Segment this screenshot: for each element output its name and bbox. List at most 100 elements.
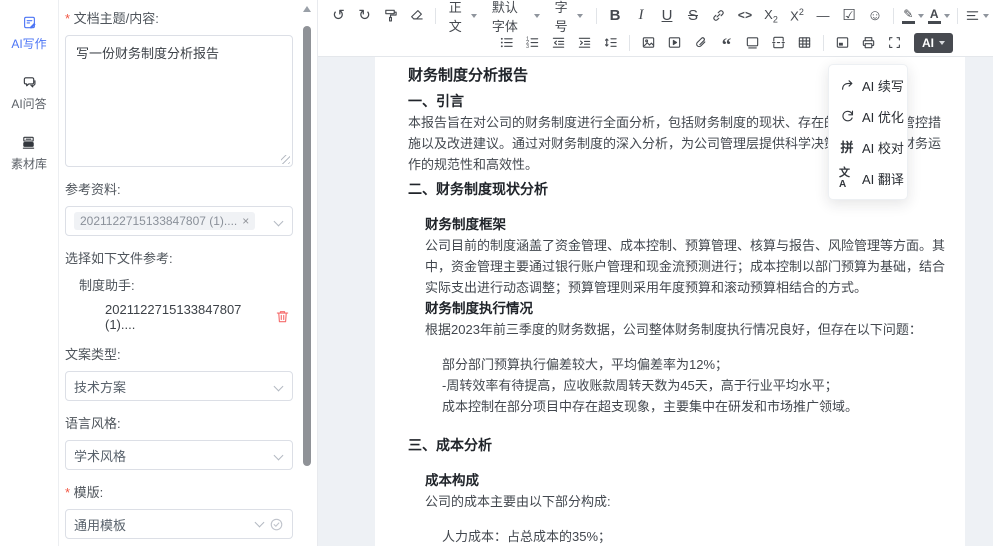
blockquote-button[interactable]: “ [714,32,739,54]
redo-icon: ↻ [358,8,371,23]
doc-paragraph: 公司目前的制度涵盖了资金管理、成本控制、预算管理、核算与报告、风险管理等方面。其… [408,235,953,298]
print-button[interactable] [856,32,881,54]
reference-file-tag: 2021122715133847807 (1).... × [74,212,255,230]
undo-button[interactable]: ↺ [326,5,351,27]
blockquote-icon: “ [722,33,732,51]
topic-textarea-value: 写一份财务制度分析报告 [76,46,219,61]
video-button[interactable] [662,32,687,54]
format-painter-button[interactable] [378,5,403,27]
link-button[interactable] [706,5,731,27]
code-block-button[interactable] [740,32,765,54]
align-button[interactable] [964,5,989,27]
chevron-down-icon [939,41,945,45]
scroll-up-arrow-icon[interactable] [303,6,311,12]
toolbar-divider [823,35,824,51]
sidebar-item-ai-qa[interactable]: AI问答 [11,72,46,112]
font-size-dropdown[interactable]: 字号 [548,5,590,27]
eraser-icon [409,8,424,23]
ai-menu-item-3[interactable]: 拼AI 校对 [829,132,907,163]
sidebar-item-label: 素材库 [11,155,47,172]
delete-file-icon[interactable] [275,309,291,325]
font-family-dropdown-label: 默认字体 [492,0,529,35]
sidebar-item-material-library[interactable]: 素材库 [11,132,47,172]
sidebar-item-ai-writing[interactable]: AI写作 [11,12,46,52]
toolbar-divider [596,8,597,24]
doc-heading: 成本构成 [408,470,953,491]
ai-menu-item-4[interactable]: 文AAI 翻译 [829,163,907,194]
paragraph-style-dropdown[interactable]: 正文 [442,5,484,27]
font-family-dropdown[interactable]: 默认字体 [485,5,547,27]
ai-menu-item-2[interactable]: AI 优化 [829,101,907,132]
doc-heading: 三、成本分析 [408,434,953,456]
indent-button[interactable] [572,32,597,54]
undo-icon: ↺ [332,8,345,23]
font-color-button[interactable]: A [926,5,951,27]
ai-writing-icon [19,12,39,32]
scrollbar-thumb[interactable] [303,26,311,466]
ai-dropdown-menu: AI 续写 AI 优化拼AI 校对文AAI 翻译 [828,64,908,200]
attachment-button[interactable] [688,32,713,54]
language-style-label: 语言风格: [65,413,295,432]
redo-button[interactable]: ↻ [352,5,377,27]
inline-code-button[interactable]: <> [732,5,757,27]
sidebar-item-label: AI写作 [11,35,46,52]
highlight-color-button[interactable]: ✎ [900,5,925,27]
horizontal-rule-button[interactable]: — [810,5,835,27]
line-spacing-button[interactable] [598,32,623,54]
material-library-icon [19,132,39,152]
eraser-button[interactable] [404,5,429,27]
file-section-label: 选择如下文件参考: [65,248,295,267]
table-button[interactable] [792,32,817,54]
copy-type-select[interactable]: 技术方案 [65,371,293,401]
emoji-icon: ☺ [867,8,882,23]
video-icon [667,35,682,50]
underline-button[interactable]: U [654,5,679,27]
bold-button[interactable]: B [602,5,627,27]
indent-icon [577,35,592,50]
outdent-icon [551,35,566,50]
bullet-list-icon [499,35,514,50]
left-nav-rail: AI写作 AI问答素材库 [0,0,59,546]
emoji-button[interactable]: ☺ [862,5,887,27]
strikethrough-icon: S [688,8,698,23]
toolbar-divider [435,8,436,24]
template-select[interactable]: 通用模板 [65,509,293,539]
reference-select[interactable]: 2021122715133847807 (1).... × [65,206,293,236]
textarea-resize-handle[interactable] [281,155,290,164]
chevron-down-icon [983,14,989,18]
ai-menu-item-label: AI 续写 [862,76,904,95]
ordered-list-button[interactable]: 123 [520,32,545,54]
outdent-button[interactable] [546,32,571,54]
file-name: 2021122715133847807 (1).... [105,302,275,332]
task-list-button[interactable]: ☑ [836,5,861,27]
highlight-color-icon: ✎ [902,8,915,24]
align-icon [965,8,980,23]
ai-tools-button[interactable]: AI [914,33,953,53]
format-painter-icon [383,8,398,23]
superscript-button[interactable]: X2 [784,5,809,27]
subscript-button[interactable]: X2 [758,5,783,27]
fullscreen-icon [887,35,902,50]
strikethrough-button[interactable]: S [680,5,705,27]
chevron-down-icon [274,382,284,392]
panel-button[interactable] [830,32,855,54]
doc-paragraph: 公司的成本主要由以下部分构成: [408,491,953,512]
chevron-down-icon [274,451,284,461]
italic-button[interactable]: I [628,5,653,27]
page-break-button[interactable] [766,32,791,54]
font-size-dropdown-label: 字号 [555,0,572,35]
tag-close-icon[interactable]: × [242,214,249,228]
fullscreen-button[interactable] [882,32,907,54]
ai-translate-icon: 文A [839,171,855,187]
image-button[interactable] [636,32,661,54]
doc-paragraph: 人力成本：占总成本的35%； [408,526,953,546]
doc-paragraph: 部分部门预算执行偏差较大，平均偏差率为12%； [408,354,953,375]
ai-menu-item-1[interactable]: AI 续写 [829,70,907,101]
panel-icon [835,35,850,50]
topic-textarea[interactable]: 写一份财务制度分析报告 [65,35,293,167]
language-style-select[interactable]: 学术风格 [65,440,293,470]
app-window: AI写作AI问答素材库 文档主题/内容: 写一份财务制度分析报告 参考资料: 2… [0,0,993,546]
bullet-list-button[interactable] [494,32,519,54]
chevron-down-icon [471,14,477,18]
check-circle-icon [269,517,284,532]
